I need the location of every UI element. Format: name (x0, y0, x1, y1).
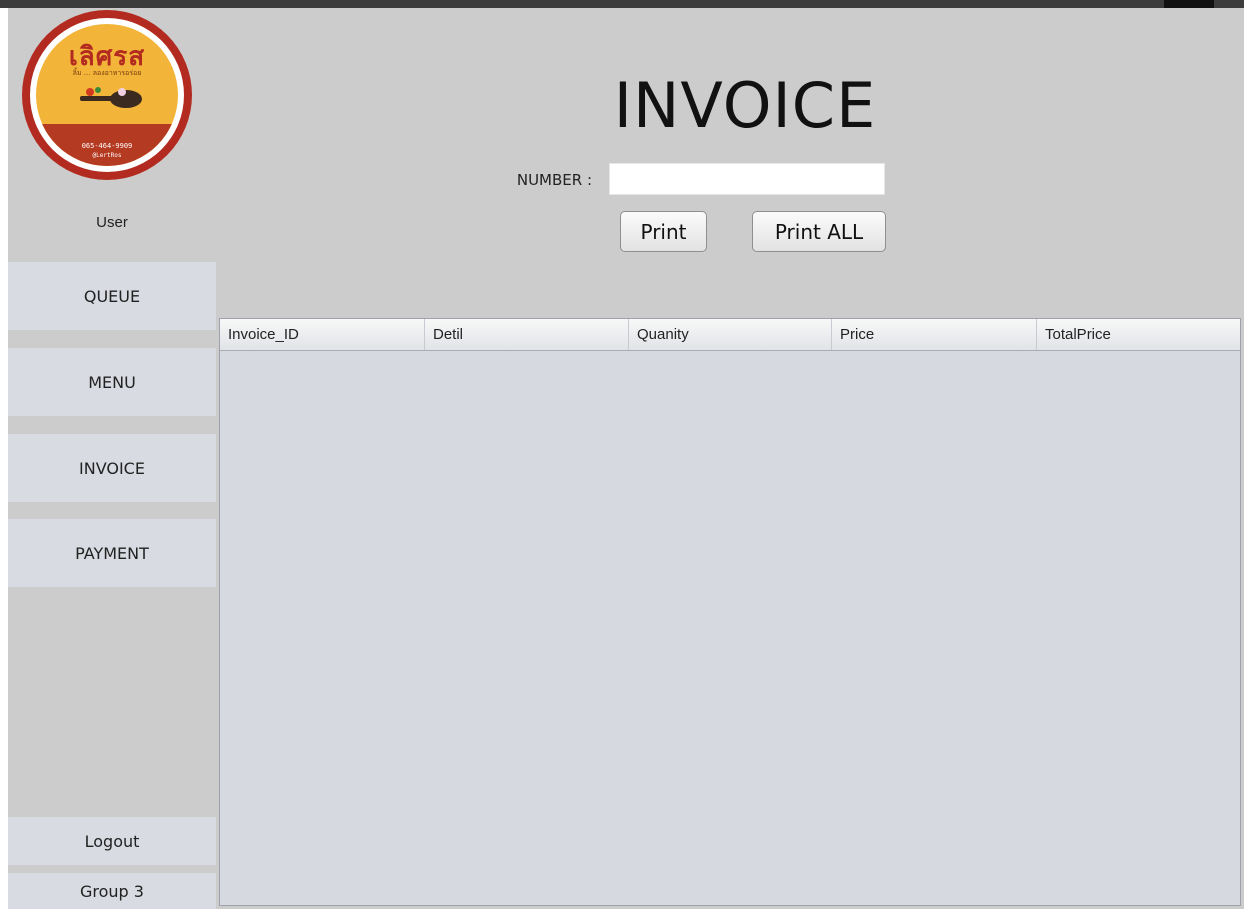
print-button[interactable]: Print (620, 211, 707, 252)
nav-payment-button[interactable]: PAYMENT (8, 519, 216, 587)
table-header: Invoice_ID Detil Quanity Price TotalPric… (220, 319, 1240, 351)
logout-button[interactable]: Logout (8, 817, 216, 865)
nav-menu-button[interactable]: MENU (8, 348, 216, 416)
nav-queue-button[interactable]: QUEUE (8, 262, 216, 330)
print-all-button[interactable]: Print ALL (752, 211, 886, 252)
column-header-detil[interactable]: Detil (425, 319, 629, 350)
logo-inner: เลิศรส ลิ้ม ... ลองอาหารอร่อย 065-464-99… (36, 24, 178, 166)
table-body[interactable] (220, 351, 1240, 905)
spoon-icon (80, 87, 142, 108)
window-corner-decoration (1164, 0, 1214, 8)
restaurant-logo: เลิศรส ลิ้ม ... ลองอาหารอร่อย 065-464-99… (22, 10, 192, 180)
logo-tagline: ลิ้ม ... ลองอาหารอร่อย (72, 69, 142, 77)
column-header-invoice-id[interactable]: Invoice_ID (220, 319, 425, 350)
column-header-quanity[interactable]: Quanity (629, 319, 832, 350)
logo-phone: 065-464-9909 (81, 142, 133, 150)
window-top-bar (0, 0, 1244, 8)
user-label: User (96, 214, 128, 231)
page-title: INVOICE (613, 69, 877, 142)
number-label: NUMBER : (516, 171, 592, 189)
column-header-price[interactable]: Price (832, 319, 1037, 350)
invoice-table[interactable]: Invoice_ID Detil Quanity Price TotalPric… (219, 318, 1241, 906)
column-header-total-price[interactable]: TotalPrice (1037, 319, 1240, 350)
nav-invoice-button[interactable]: INVOICE (8, 434, 216, 502)
window-left-border (0, 8, 8, 909)
number-input[interactable] (609, 163, 885, 195)
logo-social-handle: @LertRos (92, 152, 122, 159)
group-label: Group 3 (8, 873, 216, 909)
